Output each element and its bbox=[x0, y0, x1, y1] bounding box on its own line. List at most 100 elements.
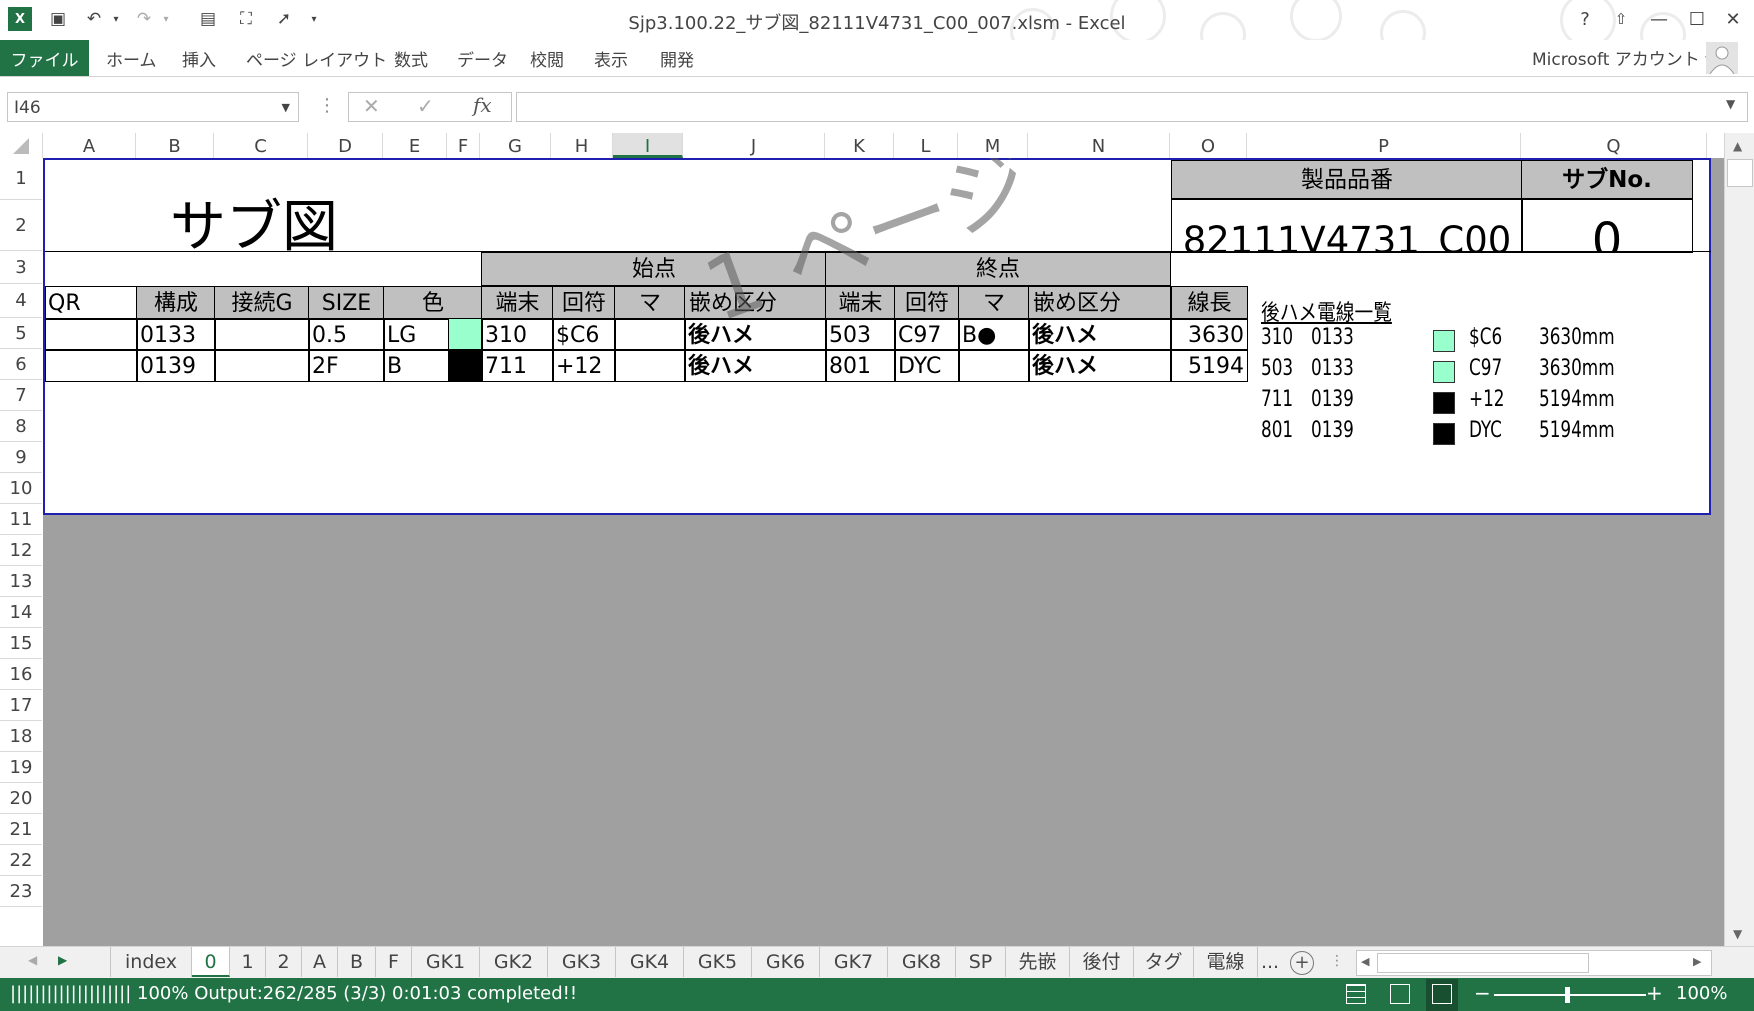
row-header[interactable]: 16 bbox=[0, 659, 42, 690]
account-menu[interactable]: Microsoft アカウント ▾ bbox=[1532, 45, 1714, 70]
name-box[interactable]: I46 ▼ bbox=[7, 92, 299, 122]
cell-kousei[interactable]: 0133 bbox=[136, 318, 216, 351]
tab-formulas[interactable]: 数式 bbox=[394, 46, 428, 71]
select-all-corner[interactable] bbox=[0, 133, 43, 158]
row-header[interactable]: 1 bbox=[0, 158, 42, 200]
product-number-value[interactable]: 82111V4731_C00 bbox=[1171, 198, 1523, 253]
row-header[interactable]: 12 bbox=[0, 535, 42, 566]
cell-length[interactable]: 5194 bbox=[1171, 349, 1248, 382]
zoom-in-icon[interactable]: + bbox=[1646, 981, 1663, 1005]
row-header[interactable]: 19 bbox=[0, 752, 42, 783]
cell-start-circuit[interactable]: +12 bbox=[552, 349, 616, 382]
cell-end-circuit[interactable]: DYC bbox=[894, 349, 960, 382]
cell-start-mark[interactable] bbox=[614, 349, 686, 382]
column-header[interactable]: A bbox=[43, 133, 136, 158]
post-fit-list-title[interactable]: 後ハメ電線一覧 bbox=[1261, 295, 1392, 327]
header-kousei[interactable]: 構成 bbox=[136, 286, 216, 320]
expand-formula-bar-icon[interactable]: ▼ bbox=[1726, 97, 1735, 111]
cell-end-terminal[interactable]: 503 bbox=[825, 318, 896, 351]
column-header[interactable]: F bbox=[447, 133, 480, 158]
close-button[interactable]: ✕ bbox=[1718, 6, 1748, 32]
sheet-tab[interactable]: GK5 bbox=[684, 947, 752, 977]
page-layout-view-icon[interactable] bbox=[1390, 984, 1410, 1004]
scroll-down-icon[interactable]: ▼ bbox=[1733, 927, 1742, 941]
cell-setsuzoku[interactable] bbox=[214, 349, 310, 382]
color-swatch-cell[interactable] bbox=[448, 349, 483, 382]
cell-qr[interactable] bbox=[45, 349, 138, 382]
cell-kousei[interactable]: 0139 bbox=[136, 349, 216, 382]
zoom-out-icon[interactable]: − bbox=[1474, 981, 1491, 1005]
zoom-slider[interactable] bbox=[1494, 994, 1646, 996]
header-end-mark[interactable]: マ bbox=[958, 286, 1030, 320]
formula-input[interactable] bbox=[516, 92, 1748, 122]
cell-end-fit-type[interactable]: 後ハメ bbox=[1028, 349, 1171, 382]
column-header[interactable]: H bbox=[551, 133, 613, 158]
new-sheet-icon[interactable]: + bbox=[1290, 951, 1314, 975]
column-header[interactable]: G bbox=[480, 133, 551, 158]
zoom-level[interactable]: 100% bbox=[1676, 983, 1727, 1004]
column-header[interactable]: D bbox=[308, 133, 383, 158]
h-scroll-thumb[interactable] bbox=[1377, 953, 1589, 973]
sheet-tab[interactable]: 先嵌 bbox=[1006, 947, 1070, 977]
horizontal-scrollbar[interactable]: ◀ ▶ bbox=[1356, 950, 1712, 976]
more-sheets[interactable]: ... bbox=[1258, 947, 1282, 977]
ribbon-display-options-button[interactable]: ⇧ bbox=[1606, 6, 1636, 32]
row-header[interactable]: 18 bbox=[0, 721, 42, 752]
cell-size[interactable]: 2F bbox=[308, 349, 385, 382]
header-start-circuit[interactable]: 回符 bbox=[552, 286, 616, 320]
tab-insert[interactable]: 挿入 bbox=[182, 46, 216, 71]
column-header[interactable]: O bbox=[1170, 133, 1247, 158]
cell-start-circuit[interactable]: $C6 bbox=[552, 318, 616, 351]
page-break-view-icon[interactable] bbox=[1426, 979, 1458, 1011]
header-size[interactable]: SIZE bbox=[308, 286, 385, 320]
maximize-button[interactable]: ☐ bbox=[1682, 6, 1712, 32]
sub-number-label[interactable]: サブNo. bbox=[1521, 160, 1693, 200]
column-header[interactable]: K bbox=[825, 133, 894, 158]
cell-setsuzoku[interactable] bbox=[214, 318, 310, 351]
tab-data[interactable]: データ bbox=[457, 46, 508, 71]
row-header[interactable]: 5 bbox=[0, 318, 42, 349]
sheet-tab[interactable]: タグ bbox=[1134, 947, 1194, 977]
tab-page-layout[interactable]: ページ レイアウト bbox=[246, 46, 387, 71]
column-header[interactable]: B bbox=[136, 133, 214, 158]
confirm-entry-icon[interactable]: ✓ bbox=[417, 94, 434, 118]
sheet-tab[interactable]: GK2 bbox=[480, 947, 548, 977]
column-header[interactable]: J bbox=[683, 133, 825, 158]
header-end-fit-type[interactable]: 嵌め区分 bbox=[1028, 286, 1171, 320]
scroll-left-icon[interactable]: ◀ bbox=[1361, 955, 1369, 968]
header-qr[interactable]: QR bbox=[45, 286, 138, 320]
cell-length[interactable]: 3630 bbox=[1171, 318, 1248, 351]
cell-end-mark[interactable] bbox=[958, 349, 1030, 382]
row-header[interactable]: 14 bbox=[0, 597, 42, 628]
tab-splitter-icon[interactable]: ⋮ bbox=[1330, 953, 1344, 969]
column-header[interactable]: N bbox=[1028, 133, 1170, 158]
sheet-tab-active[interactable]: 0 bbox=[192, 947, 230, 977]
scroll-thumb[interactable] bbox=[1727, 159, 1753, 187]
cell-start-terminal[interactable]: 711 bbox=[481, 349, 554, 382]
cell-end-terminal[interactable]: 801 bbox=[825, 349, 896, 382]
color-swatch-cell[interactable] bbox=[448, 318, 483, 351]
row-header[interactable]: 11 bbox=[0, 504, 42, 535]
sheet-tab[interactable]: B bbox=[338, 947, 376, 977]
sheet-tab[interactable]: GK8 bbox=[888, 947, 956, 977]
header-color[interactable]: 色 bbox=[383, 286, 483, 320]
row-header[interactable]: 8 bbox=[0, 411, 42, 442]
avatar[interactable] bbox=[1706, 42, 1738, 75]
cell-start-terminal[interactable]: 310 bbox=[481, 318, 554, 351]
cell-start-fit-type[interactable]: 後ハメ bbox=[684, 349, 827, 382]
more-options-icon[interactable]: ⋮ bbox=[318, 95, 336, 116]
product-number-label[interactable]: 製品品番 bbox=[1171, 160, 1523, 200]
sub-number-value[interactable]: 0 bbox=[1521, 198, 1693, 253]
sheet-tab[interactable]: 電線 bbox=[1194, 947, 1258, 977]
sheet-tab[interactable]: 後付 bbox=[1070, 947, 1134, 977]
header-length[interactable]: 線長 bbox=[1171, 286, 1248, 320]
normal-view-icon[interactable] bbox=[1346, 984, 1366, 1004]
cell-end-circuit[interactable]: C97 bbox=[894, 318, 960, 351]
minimize-button[interactable]: — bbox=[1644, 6, 1674, 32]
sheet-tab[interactable]: 2 bbox=[266, 947, 302, 977]
name-box-dropdown-icon[interactable]: ▼ bbox=[282, 93, 290, 123]
row-header[interactable]: 15 bbox=[0, 628, 42, 659]
help-button[interactable]: ? bbox=[1570, 6, 1600, 32]
row-header[interactable]: 3 bbox=[0, 251, 42, 284]
row-header[interactable]: 4 bbox=[0, 284, 42, 318]
